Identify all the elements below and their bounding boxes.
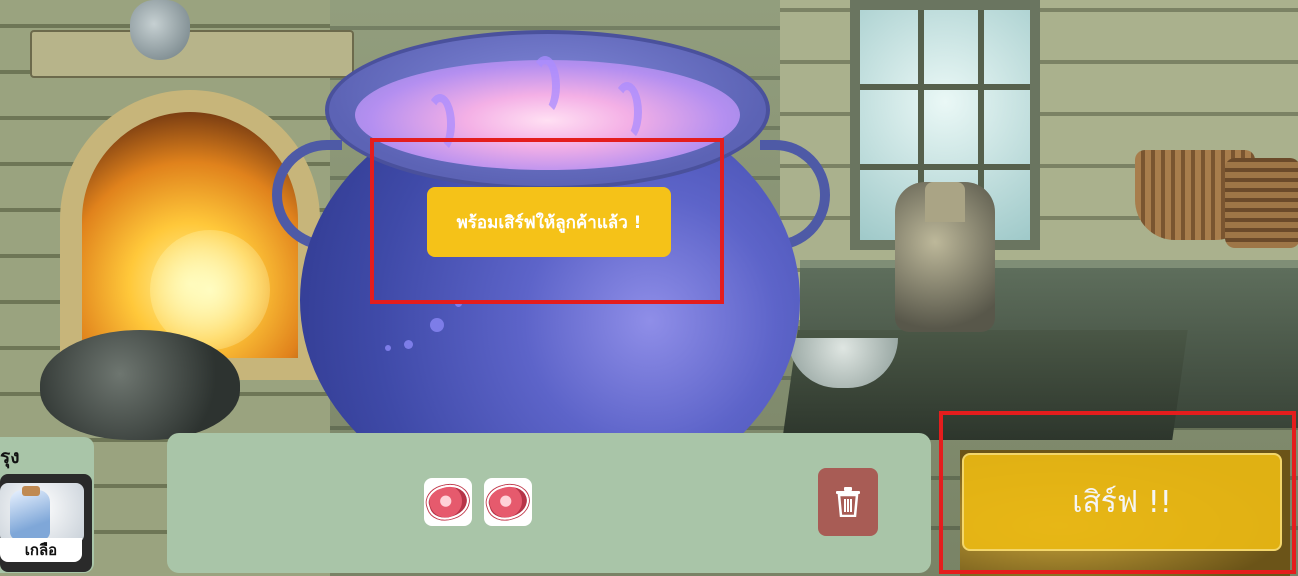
tray-slot[interactable] [482,478,534,526]
serve-button[interactable]: เสิร์ฟ !! [962,453,1282,551]
tray-slot[interactable] [422,478,474,526]
ingredient-card-label: เกลือ [0,538,82,562]
basket-decoration-2 [1225,158,1298,248]
discard-button[interactable] [818,468,878,536]
bubble [430,318,444,332]
fireplace-mantel [30,30,354,78]
bottle-neck [925,182,965,222]
ready-status-text: พร้อมเสิร์ฟให้ลูกค้าแล้ว ! [456,212,642,233]
steam-icon [530,56,560,116]
meat-icon [482,479,534,525]
salt-bottle-cork [22,486,40,496]
salt-bottle-icon [10,490,50,540]
kitchen-scene: พร้อมเสิร์ฟให้ลูกค้าแล้ว ! รุง เกลือ เสิ… [0,0,1298,576]
bubble [404,340,413,349]
bubble [385,345,391,351]
vase-decoration [130,0,190,60]
ingredient-tray [167,433,931,573]
meat-icon [422,479,474,525]
serve-button-label: เสิร์ฟ !! [1072,484,1172,520]
steam-icon [612,82,642,142]
ready-status-badge: พร้อมเสิร์ฟให้ลูกค้าแล้ว ! [427,187,671,257]
trash-icon [836,487,860,517]
black-pot-decoration [40,330,240,440]
side-panel-title: รุง [0,446,20,468]
